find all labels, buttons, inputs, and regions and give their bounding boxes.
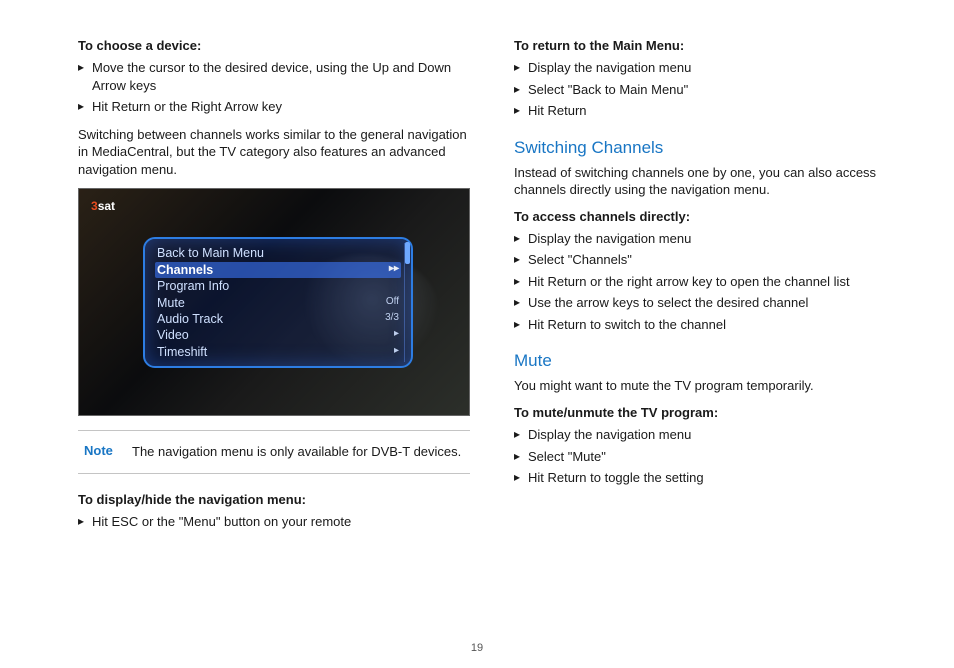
- list-item: Hit Return to toggle the setting: [514, 469, 898, 487]
- sub-heading-access-channels: To access channels directly:: [514, 209, 898, 224]
- list-item: Move the cursor to the desired device, u…: [78, 59, 470, 94]
- left-column: To choose a device: Move the cursor to t…: [78, 28, 470, 540]
- sub-heading-display-hide-menu: To display/hide the navigation menu:: [78, 492, 470, 507]
- tv-navigation-menu: Back to Main Menu Channels▸▸ Program Inf…: [143, 237, 413, 368]
- menu-scroll-thumb: [405, 242, 410, 264]
- note-text: The navigation menu is only available fo…: [132, 443, 461, 461]
- list-item: Hit Return or the Right Arrow key: [78, 98, 470, 116]
- note-box: Note The navigation menu is only availab…: [78, 430, 470, 474]
- mute-list: Display the navigation menu Select "Mute…: [514, 426, 898, 487]
- list-item: Hit Return: [514, 102, 898, 120]
- tv-menu-row: Back to Main Menu: [155, 245, 401, 261]
- tv-menu-row: Program Info: [155, 278, 401, 294]
- tv-menu-row-selected: Channels▸▸: [155, 262, 401, 278]
- section-switching-channels: Switching Channels: [514, 138, 898, 158]
- list-item: Display the navigation menu: [514, 426, 898, 444]
- paragraph: Switching between channels works similar…: [78, 126, 470, 179]
- display-hide-list: Hit ESC or the "Menu" button on your rem…: [78, 513, 470, 531]
- sub-heading-choose-device: To choose a device:: [78, 38, 470, 53]
- page-number: 19: [0, 642, 954, 654]
- choose-device-list: Move the cursor to the desired device, u…: [78, 59, 470, 116]
- list-item: Select "Back to Main Menu": [514, 81, 898, 99]
- paragraph: Instead of switching channels one by one…: [514, 164, 898, 199]
- section-mute: Mute: [514, 351, 898, 371]
- list-item: Display the navigation menu: [514, 230, 898, 248]
- return-main-list: Display the navigation menu Select "Back…: [514, 59, 898, 120]
- tv-screenshot: 3sat Back to Main Menu Channels▸▸ Progra…: [78, 188, 470, 416]
- list-item: Use the arrow keys to select the desired…: [514, 294, 898, 312]
- tv-channel-logo: 3sat: [91, 199, 115, 213]
- list-item: Select "Channels": [514, 251, 898, 269]
- access-channels-list: Display the navigation menu Select "Chan…: [514, 230, 898, 334]
- paragraph: You might want to mute the TV program te…: [514, 377, 898, 395]
- tv-menu-row: Audio Track3/3: [155, 311, 401, 327]
- list-item: Display the navigation menu: [514, 59, 898, 77]
- tv-menu-row: Video▸: [155, 327, 401, 343]
- right-column: To return to the Main Menu: Display the …: [514, 28, 898, 540]
- list-item: Select "Mute": [514, 448, 898, 466]
- note-label: Note: [84, 443, 118, 461]
- list-item: Hit ESC or the "Menu" button on your rem…: [78, 513, 470, 531]
- tv-menu-row: Timeshift▸: [155, 344, 401, 360]
- tv-menu-row: MuteOff: [155, 294, 401, 310]
- list-item: Hit Return or the right arrow key to ope…: [514, 273, 898, 291]
- sub-heading-mute-unmute: To mute/unmute the TV program:: [514, 405, 898, 420]
- list-item: Hit Return to switch to the channel: [514, 316, 898, 334]
- sub-heading-return-main-menu: To return to the Main Menu:: [514, 38, 898, 53]
